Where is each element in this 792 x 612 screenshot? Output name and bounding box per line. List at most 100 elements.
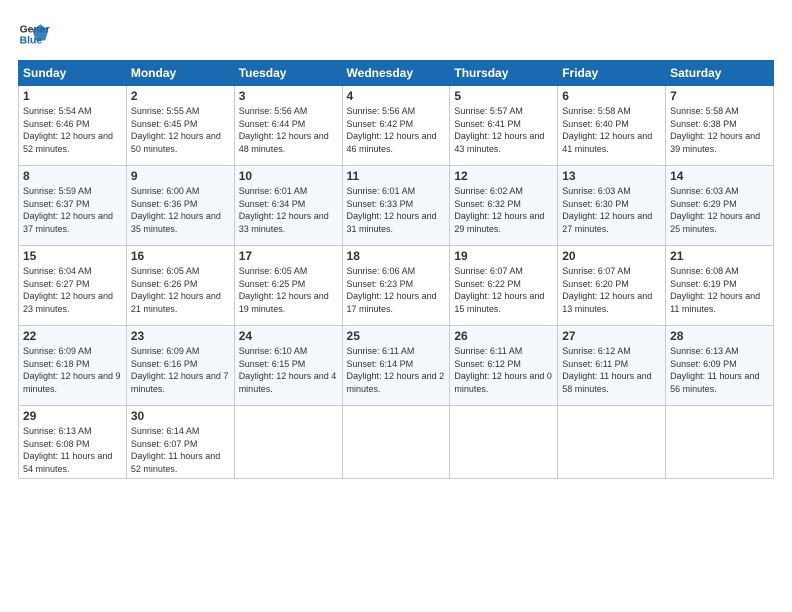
day-info: Sunrise: 6:12 AMSunset: 6:11 PMDaylight:… bbox=[562, 345, 661, 395]
day-info: Sunrise: 6:01 AMSunset: 6:33 PMDaylight:… bbox=[347, 185, 446, 235]
day-info: Sunrise: 5:56 AMSunset: 6:44 PMDaylight:… bbox=[239, 105, 338, 155]
day-info: Sunrise: 6:07 AMSunset: 6:22 PMDaylight:… bbox=[454, 265, 553, 315]
day-number: 23 bbox=[131, 329, 230, 343]
calendar-cell: 25Sunrise: 6:11 AMSunset: 6:14 PMDayligh… bbox=[342, 326, 450, 406]
day-number: 5 bbox=[454, 89, 553, 103]
day-info: Sunrise: 5:56 AMSunset: 6:42 PMDaylight:… bbox=[347, 105, 446, 155]
day-number: 13 bbox=[562, 169, 661, 183]
calendar-cell: 17 Sunrise: 6:05 AMSunset: 6:25 PMDayligh… bbox=[234, 246, 342, 326]
day-info: Sunrise: 6:07 AMSunset: 6:20 PMDaylight:… bbox=[562, 265, 661, 315]
calendar-cell: 16 Sunrise: 6:05 AMSunset: 6:26 PMDayligh… bbox=[126, 246, 234, 326]
logo: General Blue bbox=[18, 18, 54, 50]
day-number: 9 bbox=[131, 169, 230, 183]
day-number: 14 bbox=[670, 169, 769, 183]
weekday-monday: Monday bbox=[126, 61, 234, 86]
calendar-week-4: 22Sunrise: 6:09 AMSunset: 6:18 PMDayligh… bbox=[19, 326, 774, 406]
calendar-cell bbox=[450, 406, 558, 479]
calendar-cell: 2 Sunrise: 5:55 AMSunset: 6:45 PMDaylight… bbox=[126, 86, 234, 166]
day-number: 16 bbox=[131, 249, 230, 263]
weekday-header-row: SundayMondayTuesdayWednesdayThursdayFrid… bbox=[19, 61, 774, 86]
calendar-cell: 26 Sunrise: 6:11 AMSunset: 6:12 PMDayligh… bbox=[450, 326, 558, 406]
calendar-cell: 18 Sunrise: 6:06 AMSunset: 6:23 PMDayligh… bbox=[342, 246, 450, 326]
calendar-cell: 27 Sunrise: 6:12 AMSunset: 6:11 PMDayligh… bbox=[558, 326, 666, 406]
calendar-cell: 29Sunrise: 6:13 AMSunset: 6:08 PMDayligh… bbox=[19, 406, 127, 479]
day-info: Sunrise: 6:05 AMSunset: 6:26 PMDaylight:… bbox=[131, 265, 230, 315]
calendar-cell: 9 Sunrise: 6:00 AMSunset: 6:36 PMDaylight… bbox=[126, 166, 234, 246]
day-number: 27 bbox=[562, 329, 661, 343]
day-info: Sunrise: 6:00 AMSunset: 6:36 PMDaylight:… bbox=[131, 185, 230, 235]
day-info: Sunrise: 6:11 AMSunset: 6:12 PMDaylight:… bbox=[454, 345, 553, 395]
day-number: 17 bbox=[239, 249, 338, 263]
calendar-cell bbox=[666, 406, 774, 479]
calendar-cell: 14 Sunrise: 6:03 AMSunset: 6:29 PMDayligh… bbox=[666, 166, 774, 246]
day-info: Sunrise: 6:06 AMSunset: 6:23 PMDaylight:… bbox=[347, 265, 446, 315]
calendar-cell: 13 Sunrise: 6:03 AMSunset: 6:30 PMDayligh… bbox=[558, 166, 666, 246]
calendar-cell: 8 Sunrise: 5:59 AMSunset: 6:37 PMDaylight… bbox=[19, 166, 127, 246]
day-info: Sunrise: 6:10 AMSunset: 6:15 PMDaylight:… bbox=[239, 345, 338, 395]
day-number: 22 bbox=[23, 329, 122, 343]
calendar-cell: 10 Sunrise: 6:01 AMSunset: 6:34 PMDayligh… bbox=[234, 166, 342, 246]
calendar-cell: 4 Sunrise: 5:56 AMSunset: 6:42 PMDaylight… bbox=[342, 86, 450, 166]
day-info: Sunrise: 6:08 AMSunset: 6:19 PMDaylight:… bbox=[670, 265, 769, 315]
logo-icon: General Blue bbox=[18, 18, 50, 50]
weekday-tuesday: Tuesday bbox=[234, 61, 342, 86]
day-number: 20 bbox=[562, 249, 661, 263]
day-number: 18 bbox=[347, 249, 446, 263]
day-info: Sunrise: 6:14 AMSunset: 6:07 PMDaylight:… bbox=[131, 425, 230, 475]
day-info: Sunrise: 6:04 AMSunset: 6:27 PMDaylight:… bbox=[23, 265, 122, 315]
day-info: Sunrise: 5:59 AMSunset: 6:37 PMDaylight:… bbox=[23, 185, 122, 235]
day-number: 4 bbox=[347, 89, 446, 103]
calendar-cell: 21 Sunrise: 6:08 AMSunset: 6:19 PMDayligh… bbox=[666, 246, 774, 326]
page-header: General Blue bbox=[18, 18, 774, 50]
day-number: 12 bbox=[454, 169, 553, 183]
calendar-cell: 12 Sunrise: 6:02 AMSunset: 6:32 PMDayligh… bbox=[450, 166, 558, 246]
weekday-friday: Friday bbox=[558, 61, 666, 86]
day-info: Sunrise: 6:13 AMSunset: 6:08 PMDaylight:… bbox=[23, 425, 122, 475]
calendar-week-3: 15 Sunrise: 6:04 AMSunset: 6:27 PMDayligh… bbox=[19, 246, 774, 326]
weekday-saturday: Saturday bbox=[666, 61, 774, 86]
calendar-week-2: 8 Sunrise: 5:59 AMSunset: 6:37 PMDaylight… bbox=[19, 166, 774, 246]
day-number: 15 bbox=[23, 249, 122, 263]
day-number: 30 bbox=[131, 409, 230, 423]
calendar-cell: 6Sunrise: 5:58 AMSunset: 6:40 PMDaylight… bbox=[558, 86, 666, 166]
day-number: 19 bbox=[454, 249, 553, 263]
day-number: 10 bbox=[239, 169, 338, 183]
calendar-cell: 1Sunrise: 5:54 AMSunset: 6:46 PMDaylight… bbox=[19, 86, 127, 166]
day-number: 3 bbox=[239, 89, 338, 103]
day-number: 2 bbox=[131, 89, 230, 103]
day-number: 25 bbox=[347, 329, 446, 343]
day-info: Sunrise: 6:03 AMSunset: 6:29 PMDaylight:… bbox=[670, 185, 769, 235]
day-number: 8 bbox=[23, 169, 122, 183]
calendar-cell bbox=[558, 406, 666, 479]
day-number: 1 bbox=[23, 89, 122, 103]
calendar-cell: 3 Sunrise: 5:56 AMSunset: 6:44 PMDaylight… bbox=[234, 86, 342, 166]
day-info: Sunrise: 5:58 AMSunset: 6:40 PMDaylight:… bbox=[562, 105, 661, 155]
calendar-cell: 15 Sunrise: 6:04 AMSunset: 6:27 PMDayligh… bbox=[19, 246, 127, 326]
day-number: 26 bbox=[454, 329, 553, 343]
calendar-cell bbox=[342, 406, 450, 479]
day-info: Sunrise: 6:02 AMSunset: 6:32 PMDaylight:… bbox=[454, 185, 553, 235]
weekday-sunday: Sunday bbox=[19, 61, 127, 86]
day-info: Sunrise: 6:03 AMSunset: 6:30 PMDaylight:… bbox=[562, 185, 661, 235]
calendar-cell: 24Sunrise: 6:10 AMSunset: 6:15 PMDayligh… bbox=[234, 326, 342, 406]
day-info: Sunrise: 6:13 AMSunset: 6:09 PMDaylight:… bbox=[670, 345, 769, 395]
day-info: Sunrise: 5:58 AMSunset: 6:38 PMDaylight:… bbox=[670, 105, 769, 155]
calendar-cell: 7 Sunrise: 5:58 AMSunset: 6:38 PMDaylight… bbox=[666, 86, 774, 166]
calendar-cell: 19 Sunrise: 6:07 AMSunset: 6:22 PMDayligh… bbox=[450, 246, 558, 326]
calendar-week-1: 1Sunrise: 5:54 AMSunset: 6:46 PMDaylight… bbox=[19, 86, 774, 166]
day-info: Sunrise: 6:09 AMSunset: 6:16 PMDaylight:… bbox=[131, 345, 230, 395]
calendar-cell: 5 Sunrise: 5:57 AMSunset: 6:41 PMDaylight… bbox=[450, 86, 558, 166]
weekday-wednesday: Wednesday bbox=[342, 61, 450, 86]
calendar-cell: 23 Sunrise: 6:09 AMSunset: 6:16 PMDayligh… bbox=[126, 326, 234, 406]
day-number: 21 bbox=[670, 249, 769, 263]
day-number: 7 bbox=[670, 89, 769, 103]
calendar-cell: 28 Sunrise: 6:13 AMSunset: 6:09 PMDayligh… bbox=[666, 326, 774, 406]
day-info: Sunrise: 5:57 AMSunset: 6:41 PMDaylight:… bbox=[454, 105, 553, 155]
weekday-thursday: Thursday bbox=[450, 61, 558, 86]
day-info: Sunrise: 6:01 AMSunset: 6:34 PMDaylight:… bbox=[239, 185, 338, 235]
day-number: 28 bbox=[670, 329, 769, 343]
calendar-cell: 30 Sunrise: 6:14 AMSunset: 6:07 PMDayligh… bbox=[126, 406, 234, 479]
day-info: Sunrise: 5:55 AMSunset: 6:45 PMDaylight:… bbox=[131, 105, 230, 155]
calendar-week-5: 29Sunrise: 6:13 AMSunset: 6:08 PMDayligh… bbox=[19, 406, 774, 479]
day-info: Sunrise: 6:05 AMSunset: 6:25 PMDaylight:… bbox=[239, 265, 338, 315]
